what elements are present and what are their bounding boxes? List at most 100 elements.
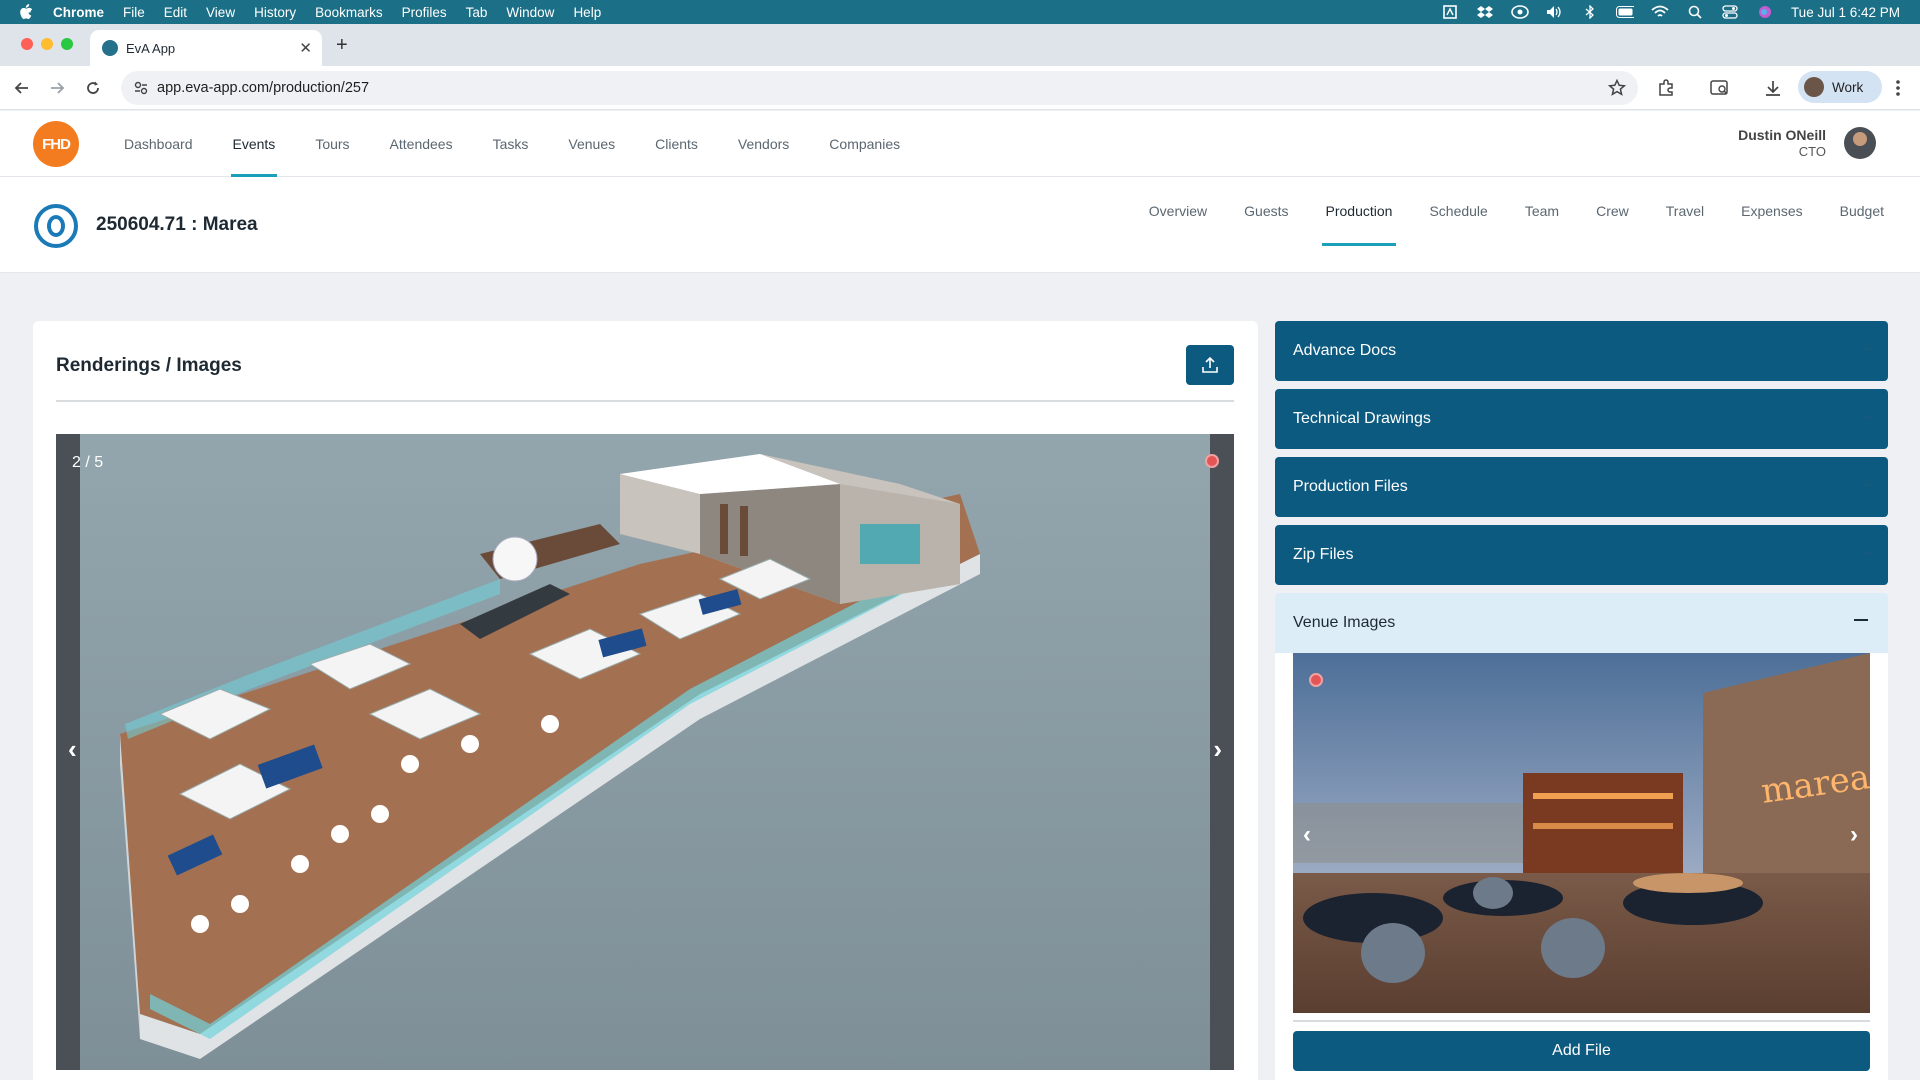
section-production-files[interactable]: Production Files + [1275,457,1888,517]
delete-image-icon[interactable] [1205,454,1219,468]
tab-close-icon[interactable]: ✕ [299,39,312,57]
reload-icon[interactable] [83,78,103,98]
add-file-button[interactable]: Add File [1293,1031,1870,1071]
section-venue-images[interactable]: Venue Images [1275,593,1888,653]
upload-button[interactable] [1186,345,1234,385]
renderings-title: Renderings / Images [56,355,242,376]
expand-plus-icon[interactable]: + [1863,407,1874,428]
eva-favicon-icon [102,40,118,56]
chrome-menu-kebab-icon[interactable] [1887,78,1909,98]
event-title: 250604.71 : Marea [96,214,258,235]
menu-view[interactable]: View [206,5,235,20]
menu-tab[interactable]: Tab [466,5,488,20]
nav-events[interactable]: Events [230,111,278,177]
nav-tasks[interactable]: Tasks [493,111,529,177]
tab-budget[interactable]: Budget [1840,177,1884,245]
site-settings-icon[interactable] [134,81,148,99]
tab-expenses[interactable]: Expenses [1741,177,1802,245]
bluetooth-icon[interactable] [1581,5,1599,19]
nav-clients[interactable]: Clients [655,111,698,177]
control-center-icon[interactable] [1721,5,1739,19]
menu-window[interactable]: Window [506,5,554,20]
browser-tab[interactable]: EvA App ✕ [90,30,322,66]
venue-photo: marea [1293,653,1870,1013]
user-name: Dustin ONeill [1738,127,1826,143]
user-info[interactable]: Dustin ONeill CTO [1738,127,1826,159]
expand-plus-icon[interactable]: + [1863,339,1874,360]
venue-next-arrow-icon[interactable]: › [1850,821,1858,849]
window-zoom-button[interactable] [61,38,73,50]
creative-cloud-icon[interactable] [1511,5,1529,19]
user-avatar[interactable] [1844,127,1876,159]
main-nav: Dashboard Events Tours Attendees Tasks V… [124,111,940,177]
rendering-carousel[interactable]: 2 / 5 ‹ › [56,434,1234,1070]
venue-image-carousel[interactable]: marea ‹ › [1293,653,1870,1013]
nav-companies[interactable]: Companies [829,111,900,177]
section-advance-docs[interactable]: Advance Docs + [1275,321,1888,381]
battery-icon[interactable] [1615,5,1634,19]
menu-app-name[interactable]: Chrome [53,5,104,20]
siri-icon[interactable] [1756,5,1774,19]
tab-team[interactable]: Team [1525,177,1559,245]
rendering-image [80,434,1210,1070]
upload-icon [1202,356,1218,373]
profile-avatar [1804,77,1824,97]
menu-help[interactable]: Help [573,5,601,20]
event-logo [34,204,78,248]
tab-crew[interactable]: Crew [1596,177,1629,245]
menu-bookmarks[interactable]: Bookmarks [315,5,383,20]
forward-arrow-icon[interactable] [47,78,67,98]
spotlight-icon[interactable] [1686,5,1704,19]
tab-travel[interactable]: Travel [1666,177,1704,245]
clock[interactable]: Tue Jul 1 6:42 PM [1791,5,1900,20]
expand-plus-icon[interactable]: + [1863,543,1874,564]
extensions-puzzle-icon[interactable] [1655,78,1677,98]
window-close-button[interactable] [21,38,33,50]
logo-text: FHD [42,135,71,153]
window-minimize-button[interactable] [41,38,53,50]
dropbox-icon[interactable] [1476,5,1494,19]
address-bar[interactable]: app.eva-app.com/production/257 [121,71,1638,105]
tab-schedule[interactable]: Schedule [1429,177,1487,245]
menu-edit[interactable]: Edit [164,5,187,20]
carousel-prev-arrow-icon[interactable]: ‹ [68,734,77,765]
fhd-logo[interactable]: FHD [33,121,79,167]
bookmark-star-icon[interactable] [1607,78,1627,101]
section-venue-images-label: Venue Images [1293,614,1396,631]
event-subnav: Overview Guests Production Schedule Team… [1112,177,1884,246]
nav-venues[interactable]: Venues [568,111,615,177]
venue-divider [1293,1020,1870,1022]
url-text[interactable]: app.eva-app.com/production/257 [157,80,369,96]
downloads-icon[interactable] [1762,78,1784,98]
expand-plus-icon[interactable]: + [1863,475,1874,496]
tab-guests[interactable]: Guests [1244,177,1288,245]
delete-venue-image-icon[interactable] [1309,673,1323,687]
browser-tabstrip: EvA App ✕ + [0,24,1920,66]
menu-file[interactable]: File [123,5,145,20]
apple-icon[interactable] [19,4,37,20]
section-zip-files-label: Zip Files [1293,546,1354,563]
venue-images-panel: marea ‹ › Add File [1275,653,1888,1080]
section-zip-files[interactable]: Zip Files + [1275,525,1888,585]
nav-vendors[interactable]: Vendors [738,111,789,177]
collapse-minus-icon[interactable] [1854,619,1868,621]
tab-search-icon[interactable] [1709,78,1731,98]
venue-prev-arrow-icon[interactable]: ‹ [1303,821,1311,849]
tab-production[interactable]: Production [1321,177,1397,246]
nav-tours[interactable]: Tours [315,111,349,177]
browser-toolbar: app.eva-app.com/production/257 Work [0,66,1920,110]
section-technical-drawings[interactable]: Technical Drawings + [1275,389,1888,449]
profile-button[interactable]: Work [1798,71,1882,103]
tab-overview[interactable]: Overview [1149,177,1207,245]
menu-history[interactable]: History [254,5,296,20]
volume-icon[interactable] [1546,5,1564,19]
nav-attendees[interactable]: Attendees [390,111,453,177]
nav-dashboard[interactable]: Dashboard [124,111,193,177]
wifi-icon[interactable] [1651,5,1669,19]
back-arrow-icon[interactable] [12,78,32,98]
carousel-next-arrow-icon[interactable]: › [1213,734,1222,765]
new-tab-plus-icon[interactable]: + [336,34,348,57]
adobe-icon[interactable] [1441,5,1459,19]
menu-profiles[interactable]: Profiles [402,5,447,20]
renderings-divider [56,400,1234,402]
